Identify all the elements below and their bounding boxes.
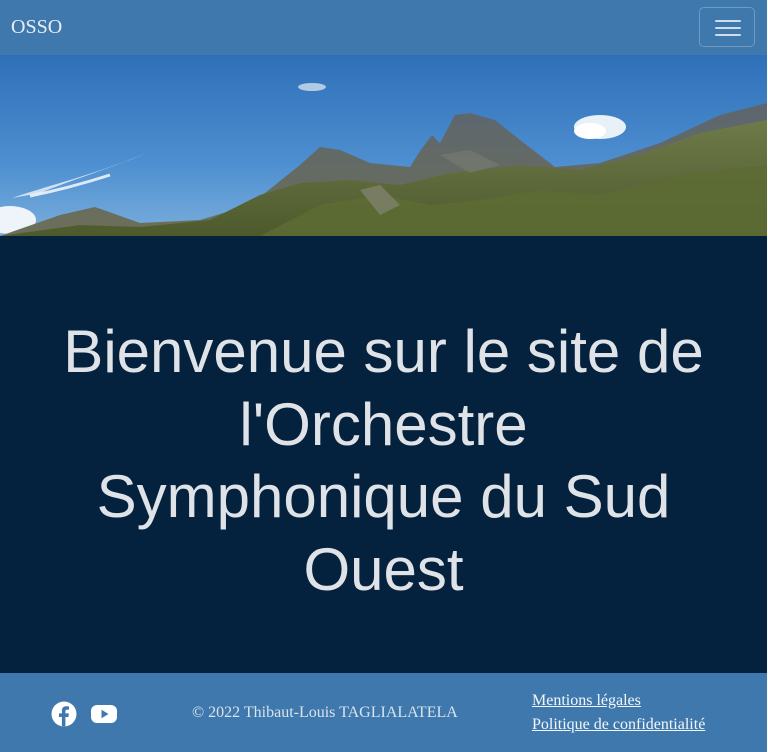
page-footer: © 2022 Thibaut-Louis TAGLIALATELA Mentio…	[0, 673, 767, 752]
facebook-icon[interactable]	[51, 701, 77, 727]
hamburger-menu-icon	[715, 18, 741, 38]
privacy-policy-link[interactable]: Politique de confidentialité	[532, 716, 705, 734]
top-navbar: OSSO	[0, 0, 767, 55]
mountain-banner-image	[0, 55, 767, 236]
hero-section: Bienvenue sur le site de l'Orchestre Sym…	[0, 236, 767, 673]
legal-notice-link[interactable]: Mentions légales	[532, 692, 641, 710]
copyright-text: © 2022 Thibaut-Louis TAGLIALATELA	[192, 704, 458, 721]
brand-logo-link[interactable]: OSSO	[11, 15, 62, 39]
youtube-icon[interactable]	[91, 701, 117, 727]
menu-toggle-button[interactable]	[699, 7, 755, 47]
hero-title: Bienvenue sur le site de l'Orchestre Sym…	[63, 318, 704, 603]
